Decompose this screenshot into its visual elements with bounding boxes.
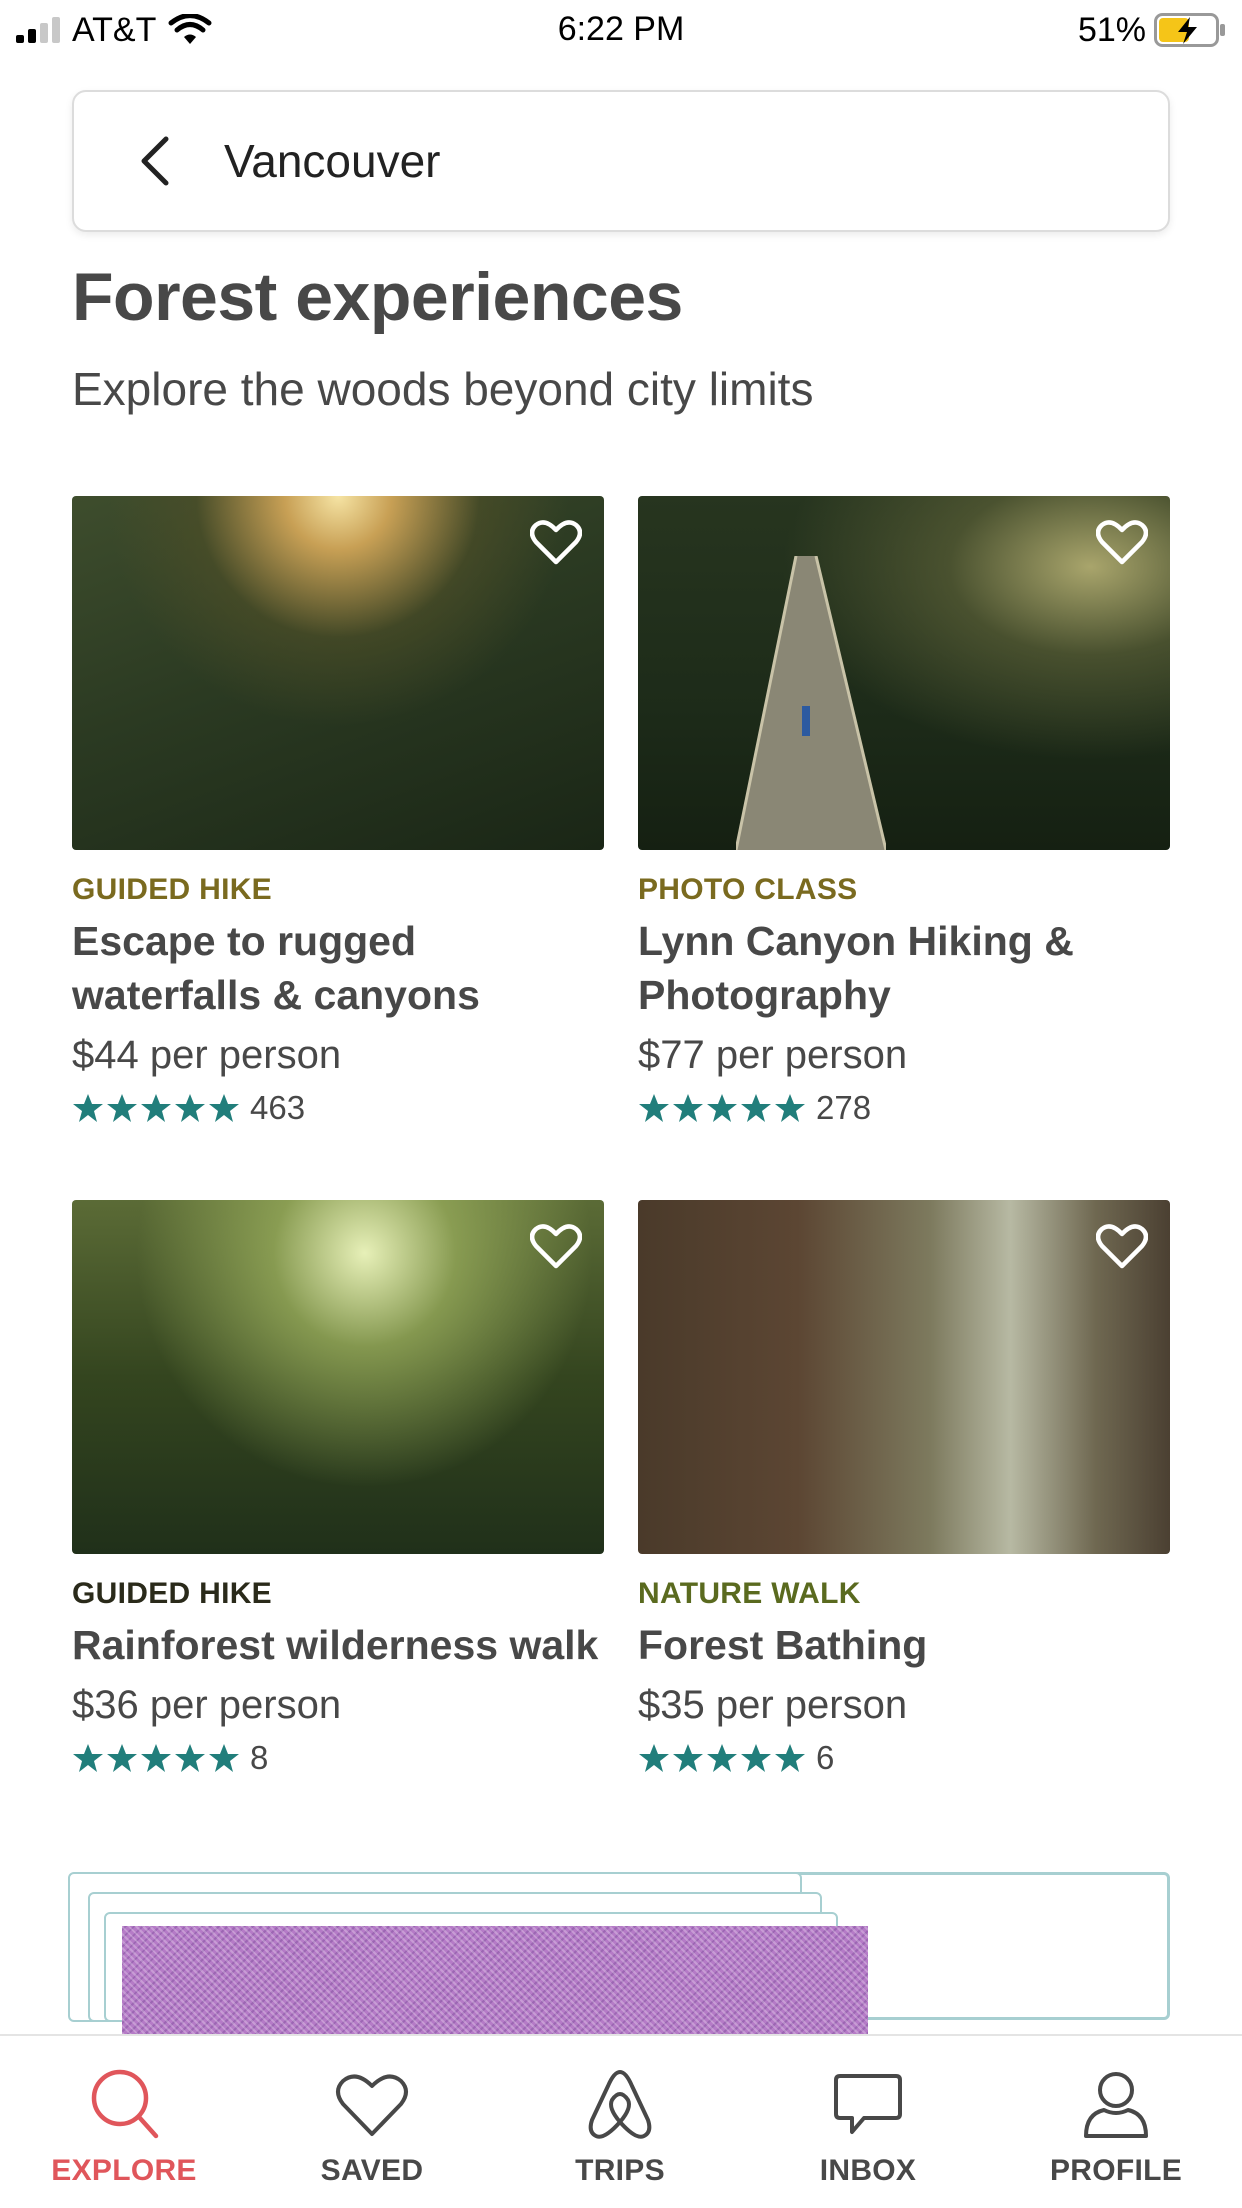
experience-title: Lynn Canyon Hiking & Photography — [638, 914, 1170, 1022]
tab-profile[interactable]: PROFILE — [992, 2036, 1240, 2208]
bottom-tab-bar: EXPLORE SAVED TRIPS INBOX PROFILE — [0, 2034, 1242, 2208]
experience-image[interactable] — [72, 1200, 604, 1554]
experience-title: Forest Bathing — [638, 1618, 1170, 1672]
person-icon — [1084, 2072, 1148, 2138]
star-rating — [72, 1742, 240, 1774]
star-rating — [72, 1092, 240, 1124]
experience-price: $35 per person — [638, 1683, 908, 1727]
tab-saved[interactable]: SAVED — [248, 2036, 496, 2208]
experience-image[interactable] — [72, 496, 604, 850]
back-arrow-icon[interactable] — [128, 131, 188, 191]
experience-image[interactable] — [638, 1200, 1170, 1554]
status-bar: AT&T 6:22 PM 51% — [0, 0, 1242, 60]
tab-label: EXPLORE — [51, 2154, 197, 2187]
experience-card[interactable]: NATURE WALK Forest Bathing $35 per perso… — [638, 1200, 1170, 1780]
star-icon — [209, 1094, 239, 1122]
experience-image[interactable] — [638, 496, 1170, 850]
star-rating — [638, 1742, 806, 1774]
star-icon — [141, 1094, 171, 1122]
tab-label: PROFILE — [1049, 2154, 1183, 2187]
search-location[interactable]: Vancouver — [224, 134, 441, 188]
experience-category: GUIDED HIKE — [72, 873, 272, 906]
tab-explore[interactable]: EXPLORE — [0, 2036, 248, 2208]
experience-price: $36 per person — [72, 1683, 342, 1727]
save-heart-icon[interactable] — [530, 1222, 582, 1270]
star-icon — [175, 1744, 205, 1772]
experience-title-line: Rainforest wilderness walk — [72, 1622, 599, 1668]
star-icon — [141, 1744, 171, 1772]
tab-label: INBOX — [819, 2154, 917, 2187]
experience-title: Escape to rugged waterfalls & canyons — [72, 914, 604, 1022]
rating-row: 463 — [72, 1086, 604, 1130]
star-rating — [638, 1092, 806, 1124]
tab-label: SAVED — [320, 2154, 424, 2187]
experience-card[interactable]: GUIDED HIKE Rainforest wilderness walk $… — [72, 1200, 604, 1780]
star-icon — [707, 1094, 737, 1122]
star-icon — [175, 1094, 205, 1122]
star-icon — [107, 1094, 137, 1122]
experience-category: PHOTO CLASS — [638, 873, 858, 906]
review-count: 6 — [816, 1739, 835, 1776]
status-time: 6:22 PM — [557, 10, 685, 48]
airbnb-logo-icon — [588, 2070, 652, 2139]
star-icon — [673, 1094, 703, 1122]
star-icon — [639, 1744, 669, 1772]
review-count: 278 — [816, 1089, 872, 1126]
experience-category: NATURE WALK — [638, 1577, 861, 1610]
experience-card[interactable]: GUIDED HIKE Escape to rugged waterfalls … — [72, 496, 604, 1130]
star-icon — [775, 1094, 805, 1122]
rating-row: 8 — [72, 1736, 604, 1780]
save-heart-icon[interactable] — [530, 518, 582, 566]
experience-title-line: Lynn Canyon Hiking & — [638, 918, 1074, 964]
experience-title-line: Photography — [638, 972, 891, 1018]
experience-price: $77 per person — [638, 1033, 908, 1077]
status-right: 51% — [1078, 10, 1226, 50]
star-icon — [707, 1744, 737, 1772]
rating-row: 278 — [638, 1086, 1170, 1130]
experience-title: Rainforest wilderness walk — [72, 1618, 604, 1672]
star-icon — [673, 1744, 703, 1772]
save-heart-icon[interactable] — [1096, 518, 1148, 566]
suspension-bridge-graphic — [736, 556, 886, 850]
star-icon — [209, 1744, 239, 1772]
save-heart-icon[interactable] — [1096, 1222, 1148, 1270]
experience-title-line: waterfalls & canyons — [72, 972, 480, 1018]
tab-inbox[interactable]: INBOX — [744, 2036, 992, 2208]
experience-price: $44 per person — [72, 1033, 342, 1077]
review-count: 8 — [250, 1739, 269, 1776]
promo-image — [122, 1926, 868, 2034]
experience-card[interactable]: PHOTO CLASS Lynn Canyon Hiking & Photogr… — [638, 496, 1170, 1130]
battery-percent: 51% — [1077, 10, 1146, 49]
rating-row: 6 — [638, 1736, 1170, 1780]
star-icon — [107, 1744, 137, 1772]
tab-trips[interactable]: TRIPS — [496, 2036, 744, 2208]
star-icon — [741, 1744, 771, 1772]
section-subtitle: Explore the woods beyond city limits — [72, 363, 814, 415]
search-icon — [91, 2069, 159, 2139]
heart-icon — [336, 2074, 408, 2136]
experience-title-line: Forest Bathing — [638, 1622, 928, 1668]
experience-category: GUIDED HIKE — [72, 1577, 272, 1610]
search-bar[interactable]: Vancouver — [72, 90, 1170, 232]
star-icon — [73, 1744, 103, 1772]
tab-label: TRIPS — [575, 2154, 665, 2187]
review-count: 463 — [250, 1089, 306, 1126]
section-title: Forest experiences — [72, 259, 683, 335]
star-icon — [741, 1094, 771, 1122]
experience-title-line: Escape to rugged — [72, 918, 417, 964]
battery-icon — [1154, 13, 1225, 47]
chat-bubble-icon — [834, 2074, 902, 2134]
star-icon — [775, 1744, 805, 1772]
star-icon — [73, 1094, 103, 1122]
star-icon — [639, 1094, 669, 1122]
